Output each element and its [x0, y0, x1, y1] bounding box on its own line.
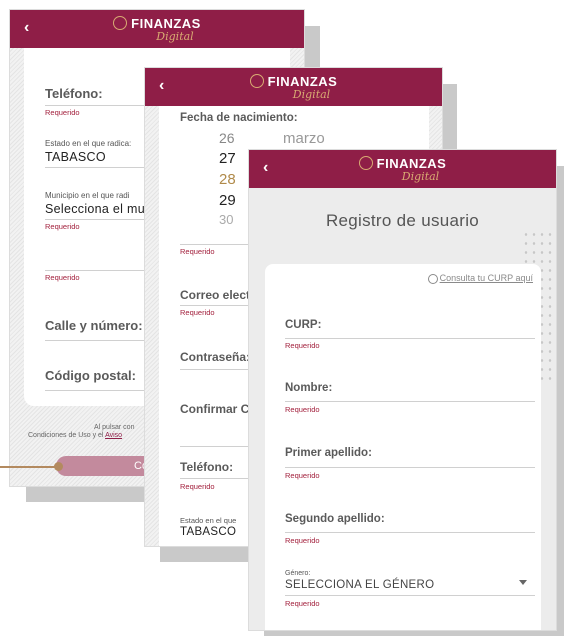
screen3: ‹ FINANZAS Digital Registro de usuario C… [249, 150, 556, 630]
correo-label: Correo electr [180, 288, 255, 302]
chevron-down-icon[interactable] [519, 580, 527, 585]
search-icon [427, 273, 438, 284]
genero-underline [285, 595, 535, 596]
segundo-apellido-label: Segundo apellido: [285, 513, 385, 525]
brand-logo: FINANZAS Digital [249, 155, 556, 183]
primer-apellido-underline[interactable] [285, 467, 535, 468]
screen2-header: ‹ FINANZAS Digital [145, 68, 442, 106]
fecha-nacimiento-label: Fecha de nacimiento: [180, 112, 298, 124]
primer-apellido-label: Primer apellido: [285, 447, 372, 459]
correo-required: Requerido [180, 308, 215, 317]
genero-select[interactable]: SELECCIONA EL GÉNERO [285, 579, 434, 591]
day-option[interactable]: 30 [219, 212, 233, 224]
screen1-header: ‹ FINANZAS Digital [10, 10, 304, 48]
telefono-required: Requerido [180, 482, 215, 491]
day-option[interactable]: 29 [219, 192, 236, 209]
contrasena-label: Contraseña: [180, 350, 251, 364]
genero-label: Género: [285, 570, 311, 577]
curp-lookup-link[interactable]: Consulta tu CURP aquí [427, 273, 533, 284]
estado-value[interactable]: TABASCO [45, 150, 106, 164]
month-option[interactable]: marzo [283, 130, 325, 147]
telefono-label: Teléfono: [180, 460, 234, 474]
page-title: Registro de usuario [325, 211, 480, 230]
nombre-underline[interactable] [285, 401, 535, 402]
finanzas-logo-icon [249, 73, 264, 88]
fecha-required: Requerido [180, 247, 215, 256]
municipio-required: Requerido [45, 222, 80, 231]
calle-label: Calle y número: [45, 318, 143, 333]
day-option[interactable]: 26 [219, 130, 235, 146]
segundo-apellido-underline[interactable] [285, 532, 535, 533]
brand-logo: FINANZAS Digital [145, 73, 442, 101]
confirmar-contrasena-label: Confirmar C [180, 402, 250, 416]
pointer-dot [54, 462, 63, 471]
day-option[interactable]: 27 [219, 150, 236, 167]
municipio-label: Municipio en el que radi [45, 191, 130, 200]
registro-form-card: Consulta tu CURP aquí CURP: Requerido No… [265, 264, 541, 630]
genero-required: Requerido [285, 599, 320, 608]
segundo-apellido-required: Requerido [285, 536, 320, 545]
field-required: Requerido [45, 273, 80, 282]
codigo-postal-label: Código postal: [45, 368, 136, 383]
finanzas-logo-icon [113, 15, 128, 30]
curp-required: Requerido [285, 341, 320, 350]
telefono-required: Requerido [45, 108, 80, 117]
estado-label: Estado en el que [180, 516, 237, 525]
primer-apellido-required: Requerido [285, 471, 320, 480]
curp-label: CURP: [285, 319, 322, 331]
curp-underline[interactable] [285, 338, 535, 339]
finanzas-logo-icon [358, 155, 373, 170]
pointer-line [0, 466, 58, 468]
day-option-highlighted[interactable]: 28 [219, 171, 236, 188]
screen3-header: ‹ FINANZAS Digital [249, 150, 556, 188]
estado-value[interactable]: TABASCO [180, 526, 236, 538]
nombre-required: Requerido [285, 405, 320, 414]
aviso-link[interactable]: Aviso [105, 432, 122, 439]
telefono-label: Teléfono: [45, 86, 103, 101]
nombre-label: Nombre: [285, 382, 333, 394]
terms-text-line1: Al pulsar con [94, 424, 135, 431]
terms-text-line2: Condiciones de Uso y el Aviso [28, 432, 123, 439]
estado-label: Estado en el que radica: [45, 139, 132, 148]
municipio-select[interactable]: Selecciona el mun [45, 202, 152, 216]
brand-logo: FINANZAS Digital [10, 15, 304, 43]
